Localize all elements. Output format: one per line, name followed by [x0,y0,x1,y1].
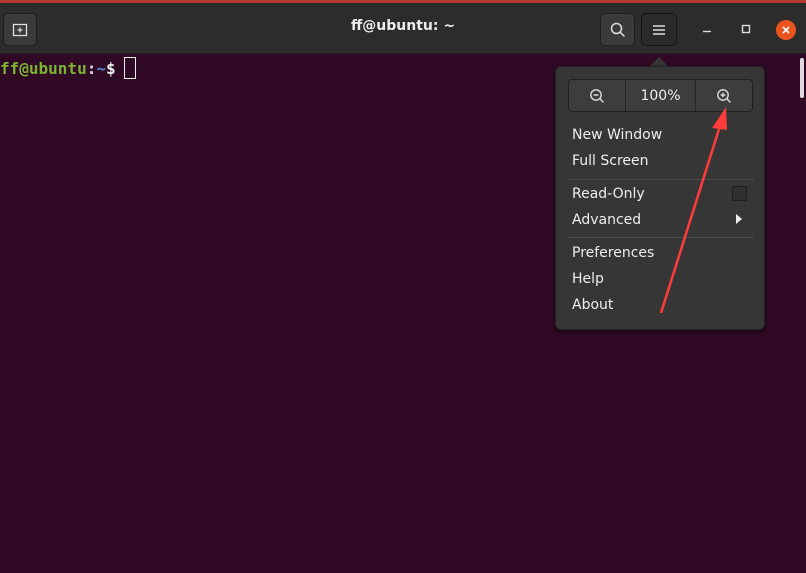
zoom-in-button[interactable] [696,80,752,111]
maximize-icon [741,24,751,34]
zoom-in-icon [717,88,731,103]
search-icon [610,22,625,37]
maximize-button[interactable] [736,19,756,39]
main-menu-popover: 100% New Window Full Screen Read-Only Ad… [555,66,765,330]
menu-item-preferences[interactable]: Preferences [572,245,654,261]
hamburger-menu-icon [653,24,665,35]
terminal-scrollbar[interactable] [800,58,804,98]
close-button[interactable] [776,20,796,40]
window-title: ff@ubuntu: ~ [350,18,456,34]
chevron-right-icon [736,214,742,224]
search-button[interactable] [600,13,635,46]
prompt-dollar: $ [105,58,116,78]
menu-item-new-window[interactable]: New Window [572,127,662,143]
prompt-colon: : [86,58,97,78]
zoom-controls: 100% [568,79,753,112]
prompt-user-host: ff@ubuntu [0,58,87,78]
minimize-icon [703,30,711,33]
shell-prompt: ff@ubuntu: ~ $ [0,57,136,79]
new-tab-icon [12,23,28,36]
menu-item-read-only[interactable]: Read-Only [572,186,645,202]
terminal-cursor [123,57,136,79]
new-tab-button[interactable] [3,13,37,46]
title-bar: ff@ubuntu: ~ [0,3,806,54]
zoom-out-button[interactable] [569,80,625,111]
menu-button[interactable] [641,13,677,46]
menu-item-about[interactable]: About [572,297,613,313]
menu-item-help[interactable]: Help [572,271,604,287]
menu-separator [568,237,754,238]
menu-separator [568,179,754,180]
menu-item-full-screen[interactable]: Full Screen [572,153,649,169]
minimize-button[interactable] [697,19,717,39]
zoom-out-icon [590,88,604,103]
prompt-path: ~ [96,58,106,78]
read-only-checkbox[interactable] [732,186,747,201]
zoom-level-button[interactable]: 100% [625,80,696,111]
close-icon [782,26,790,34]
menu-item-advanced[interactable]: Advanced [572,212,641,228]
